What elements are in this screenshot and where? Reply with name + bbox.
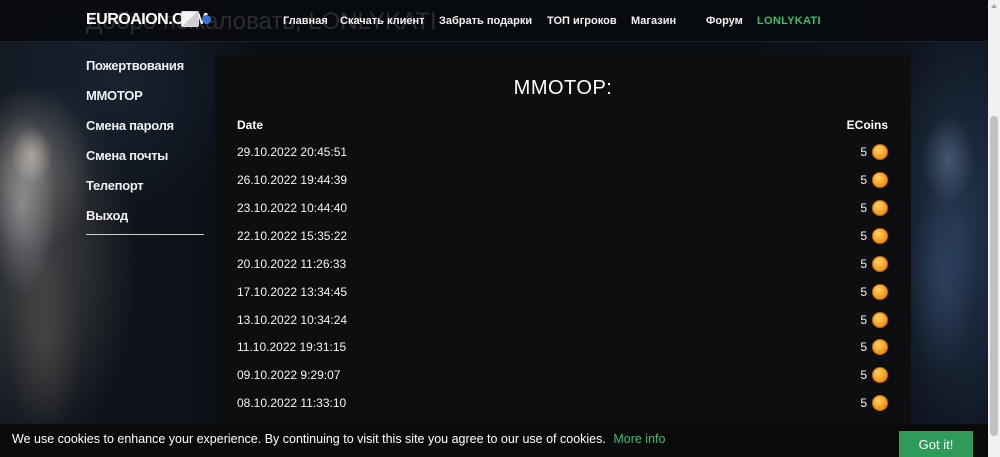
scroll-up-arrow-icon[interactable] [991,4,997,8]
coin-icon [872,256,888,272]
page-scrollbar[interactable] [988,0,1000,457]
sidebar-item-change-email[interactable]: Смена почты [86,148,168,163]
row-ecoins-amount: 5 [860,313,867,327]
sidebar-item-donations[interactable]: Пожертвования [86,58,184,73]
row-date: 09.10.2022 9:29:07 [237,368,341,382]
coin-icon [872,144,888,160]
sidebar-item-mmotop[interactable]: MMOTOP [86,88,143,103]
sidebar-divider [86,234,204,235]
nav-top-players[interactable]: ТОП игроков [547,15,617,27]
coin-icon [872,367,888,383]
row-ecoins-amount: 5 [860,257,867,271]
background-character-left [0,95,85,435]
nav-download-client[interactable]: Скачать клиент [340,15,425,27]
nav-claim-gifts[interactable]: Забрать подарки [439,15,532,27]
row-date: 17.10.2022 13:34:45 [237,285,348,299]
sidebar-item-change-password[interactable]: Смена пароля [86,118,174,133]
coin-icon [872,395,888,411]
cookie-consent-bar: We use cookies to enhance your experienc… [0,424,988,457]
cookie-more-info-link[interactable]: More info [613,432,665,446]
page-title: MMOTOP: [513,77,613,99]
table-row: 26.10.2022 19:44:39 5 [215,171,911,191]
sidebar-item-logout[interactable]: Выход [86,208,128,223]
row-date: 11.10.2022 19:31:15 [237,340,347,354]
table-row: 29.10.2022 20:45:51 5 [215,143,911,163]
row-date: 26.10.2022 19:44:39 [237,173,348,187]
table-row: 09.10.2022 9:29:07 5 [215,366,911,386]
coin-icon [872,312,888,328]
coin-icon [872,339,888,355]
cookie-message-text: We use cookies to enhance your experienc… [12,432,606,446]
table-row: 20.10.2022 11:26:33 5 [215,255,911,275]
row-date: 20.10.2022 11:26:33 [237,257,347,271]
nav-home[interactable]: Главная [283,15,328,27]
row-ecoins-amount: 5 [860,368,867,382]
row-ecoins-amount: 5 [860,285,867,299]
coin-icon [872,284,888,300]
table-row: 08.10.2022 11:33:10 5 [215,394,911,414]
column-header-date: Date [237,118,264,132]
column-header-ecoins: ECoins [846,118,888,132]
row-ecoins-amount: 5 [860,173,867,187]
nav-user-account[interactable]: LONLYKATI [757,15,821,27]
row-ecoins-amount: 5 [860,340,867,354]
nav-shop[interactable]: Магазин [631,15,676,27]
coin-icon [872,172,888,188]
mmotop-panel: MMOTOP: Date ECoins 29.10.2022 20:45:51 … [215,55,911,435]
row-date: 29.10.2022 20:45:51 [237,145,348,159]
table-row: 22.10.2022 15:35:22 5 [215,227,911,247]
row-ecoins-amount: 5 [860,201,867,215]
row-date: 23.10.2022 10:44:40 [237,201,348,215]
language-flag-icon[interactable] [181,11,199,27]
cookie-message: We use cookies to enhance your experienc… [12,432,665,446]
row-ecoins-amount: 5 [860,396,867,410]
table-row: 17.10.2022 13:34:45 5 [215,283,911,303]
table-row: 23.10.2022 10:44:40 5 [215,199,911,219]
coin-icon [872,200,888,216]
coin-icon [872,228,888,244]
row-date: 13.10.2022 10:34:24 [237,313,348,327]
row-ecoins-amount: 5 [860,145,867,159]
table-row: 13.10.2022 10:34:24 5 [215,311,911,331]
row-ecoins-amount: 5 [860,229,867,243]
language-dropdown-icon[interactable] [202,15,211,24]
table-row: 11.10.2022 19:31:15 5 [215,338,911,358]
row-date: 22.10.2022 15:35:22 [237,229,348,243]
cookie-accept-button[interactable]: Got it! [899,431,973,457]
row-date: 08.10.2022 11:33:10 [237,396,347,410]
sidebar-item-teleport[interactable]: Телепорт [86,178,144,193]
scrollbar-thumb[interactable] [990,116,998,436]
top-navigation-bar: Добро пожаловать, LONLYKATI EUROAION.COM… [0,0,988,42]
nav-forum[interactable]: Форум [706,15,743,27]
